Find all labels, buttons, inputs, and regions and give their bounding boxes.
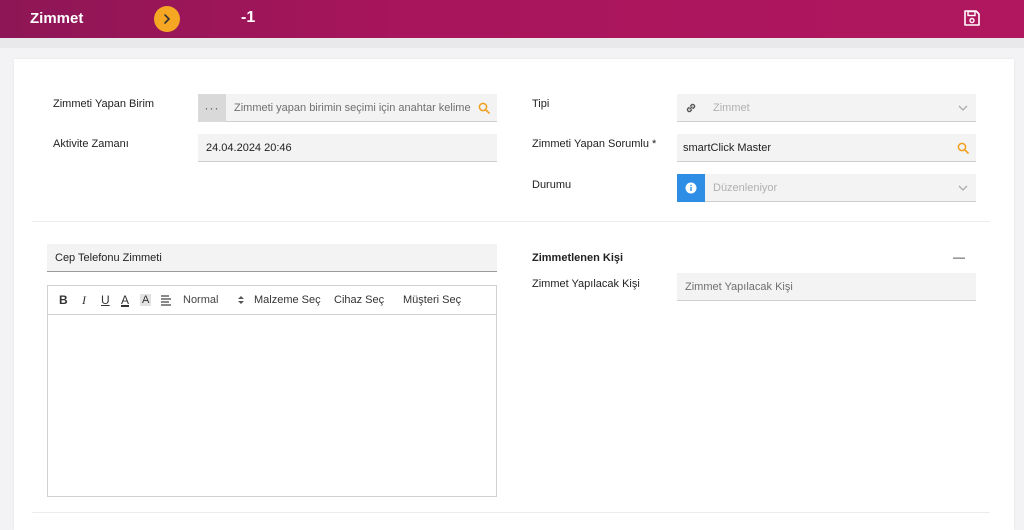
unit-search-button[interactable] — [471, 94, 497, 122]
customer-select-button[interactable]: Müşteri Seç — [403, 294, 461, 306]
up-down-arrows-icon — [238, 296, 244, 304]
font-color-button[interactable]: A — [121, 293, 129, 307]
type-select[interactable]: Zimmet — [677, 94, 976, 122]
activity-time-input[interactable]: 24.04.2024 20:46 — [198, 142, 497, 154]
required-mark: * — [652, 138, 657, 150]
subject-input[interactable]: Cep Telefonu Zimmeti — [47, 244, 497, 272]
type-label: Tipi — [532, 98, 550, 110]
collapse-button[interactable]: — — [953, 250, 965, 264]
type-icon-box — [677, 94, 705, 122]
section-divider — [32, 221, 990, 222]
align-button[interactable] — [160, 294, 172, 309]
background-color-button[interactable]: A — [140, 294, 152, 306]
bottom-divider — [32, 512, 990, 513]
page-title: Zimmet — [30, 10, 84, 27]
type-dropdown-toggle[interactable] — [950, 94, 976, 122]
activity-time-label: Aktivite Zamanı — [53, 138, 129, 150]
responsible-label: Zimmeti Yapan Sorumlu * — [532, 138, 656, 150]
responsible-input[interactable]: smartClick Master — [677, 142, 950, 154]
responsible-search-button[interactable] — [950, 134, 976, 162]
align-left-icon — [161, 295, 171, 306]
chevron-down-icon — [958, 105, 968, 111]
activity-time-field[interactable]: 24.04.2024 20:46 — [198, 134, 497, 162]
material-select-button[interactable]: Malzeme Seç — [254, 294, 321, 306]
search-icon — [478, 102, 490, 114]
app-header: Zimmet -1 — [0, 0, 1024, 38]
sidebar-toggle-button[interactable] — [154, 6, 180, 32]
save-button[interactable] — [962, 8, 982, 28]
link-icon — [686, 103, 696, 112]
device-select-button[interactable]: Cihaz Seç — [334, 294, 384, 306]
person-input[interactable]: Zimmet Yapılacak Kişi — [677, 281, 976, 293]
bold-button[interactable]: B — [59, 293, 68, 307]
person-section-title: Zimmetlenen Kişi — [532, 252, 624, 264]
status-label: Durumu — [532, 179, 572, 191]
unit-options-button[interactable]: ··· — [198, 93, 226, 122]
editor-content-area[interactable] — [48, 316, 496, 496]
save-icon — [964, 10, 980, 26]
italic-button[interactable]: I — [82, 293, 86, 308]
status-dropdown-toggle[interactable] — [950, 174, 976, 202]
unit-input[interactable]: Zimmeti yapan birimin seçimi için anahta… — [226, 102, 471, 114]
record-number: -1 — [241, 9, 256, 26]
unit-field[interactable]: ··· Zimmeti yapan birimin seçimi için an… — [198, 93, 497, 122]
format-select[interactable]: Normal — [183, 294, 218, 306]
search-icon — [957, 142, 969, 154]
rich-text-editor: B I U A A Normal Malzeme Seç Cihaz Seç M… — [47, 285, 497, 497]
person-label: Zimmet Yapılacak Kişi — [532, 278, 640, 290]
chevron-right-icon — [164, 14, 170, 24]
unit-label: Zimmeti Yapan Birim — [53, 98, 155, 110]
info-icon — [685, 182, 697, 193]
underline-button[interactable]: U — [101, 293, 110, 307]
chevron-down-icon — [958, 185, 968, 191]
status-value: Düzenleniyor — [713, 181, 778, 194]
responsible-field[interactable]: smartClick Master — [677, 134, 976, 162]
status-select[interactable]: Düzenleniyor — [677, 173, 976, 202]
responsible-label-text: Zimmeti Yapan Sorumlu — [532, 138, 649, 150]
header-shadow-strip — [0, 38, 1024, 48]
format-select-toggle[interactable] — [237, 294, 245, 309]
type-value: Zimmet — [713, 101, 750, 114]
status-icon-box — [677, 173, 705, 202]
person-field[interactable]: Zimmet Yapılacak Kişi — [677, 273, 976, 301]
editor-toolbar: B I U A A Normal Malzeme Seç Cihaz Seç M… — [48, 286, 496, 315]
